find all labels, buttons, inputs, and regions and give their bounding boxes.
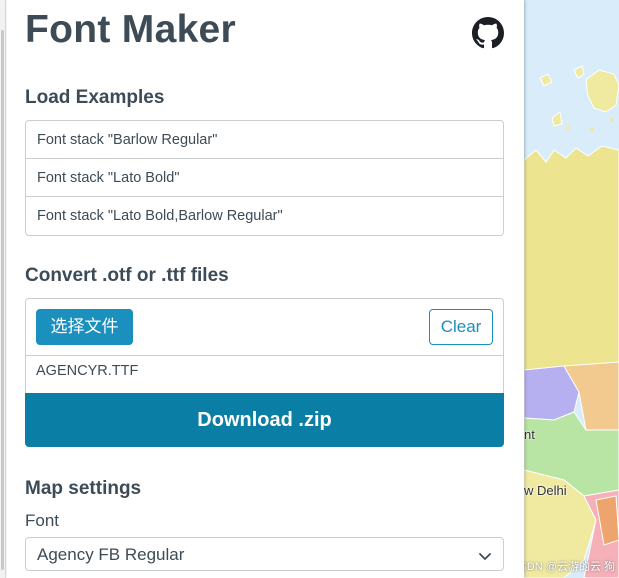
clear-button[interactable]: Clear	[429, 309, 493, 345]
selected-file-name: AGENCYR.TTF	[36, 363, 139, 379]
download-zip-button[interactable]: Download .zip	[25, 393, 504, 447]
examples-heading: Load Examples	[25, 87, 165, 108]
map-label-new-delhi: w Delhi	[524, 483, 567, 498]
example-barlow-regular[interactable]: Font stack "Barlow Regular"	[26, 121, 503, 159]
scroll-thumb[interactable]	[1, 30, 4, 570]
watermark: CSDN @云游的云 狗	[524, 561, 615, 573]
example-lato-bold-barlow-regular[interactable]: Font stack "Lato Bold,Barlow Regular"	[26, 197, 503, 235]
control-panel: Font Maker Load Examples Font stack "Bar…	[7, 0, 524, 578]
font-select-value: Agency FB Regular	[37, 545, 185, 564]
github-icon[interactable]	[472, 17, 504, 49]
font-select[interactable]: Agency FB Regular	[25, 537, 504, 571]
example-lato-bold[interactable]: Font stack "Lato Bold"	[26, 159, 503, 197]
divider	[26, 355, 503, 356]
map-settings-heading: Map settings	[25, 478, 142, 499]
left-scroll-strip[interactable]	[0, 0, 6, 578]
examples-list: Font stack "Barlow Regular" Font stack "…	[25, 120, 504, 236]
choose-file-button[interactable]: 选择文件	[36, 309, 133, 345]
map-view[interactable]: nt w Delhi CSDN @云游的云 狗	[524, 0, 619, 578]
app-title: Font Maker	[25, 8, 237, 51]
convert-heading: Convert .otf or .ttf files	[25, 265, 229, 286]
convert-box: 选择文件 Clear AGENCYR.TTF	[25, 298, 504, 394]
map-label-city: nt	[524, 427, 535, 442]
chevron-down-icon	[479, 553, 491, 560]
font-field-label: Font	[25, 511, 60, 530]
